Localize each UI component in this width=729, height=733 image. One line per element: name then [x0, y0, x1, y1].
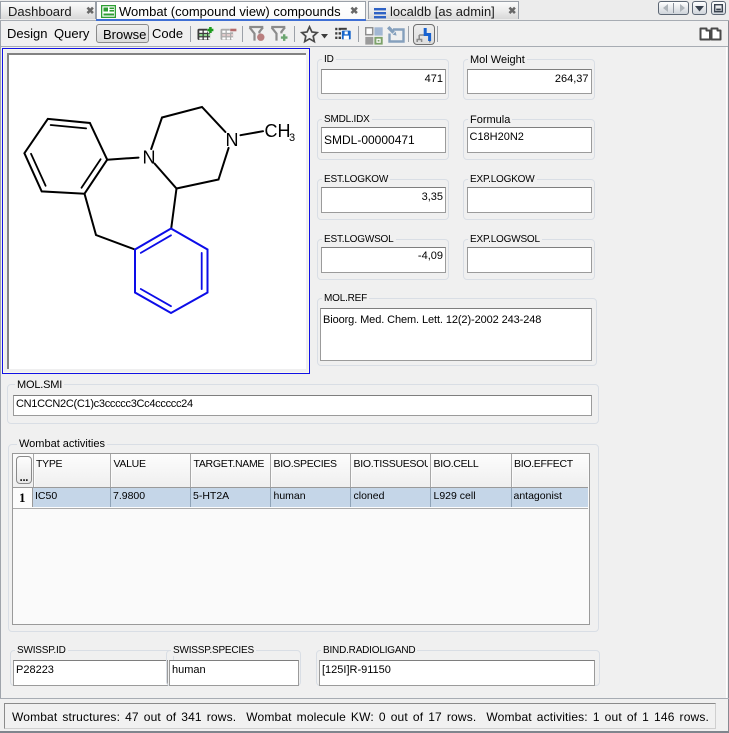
svg-text:3: 3: [289, 132, 295, 144]
svg-text:N: N: [226, 130, 239, 150]
svg-text:CH: CH: [265, 121, 291, 141]
svg-text:N: N: [143, 148, 156, 168]
